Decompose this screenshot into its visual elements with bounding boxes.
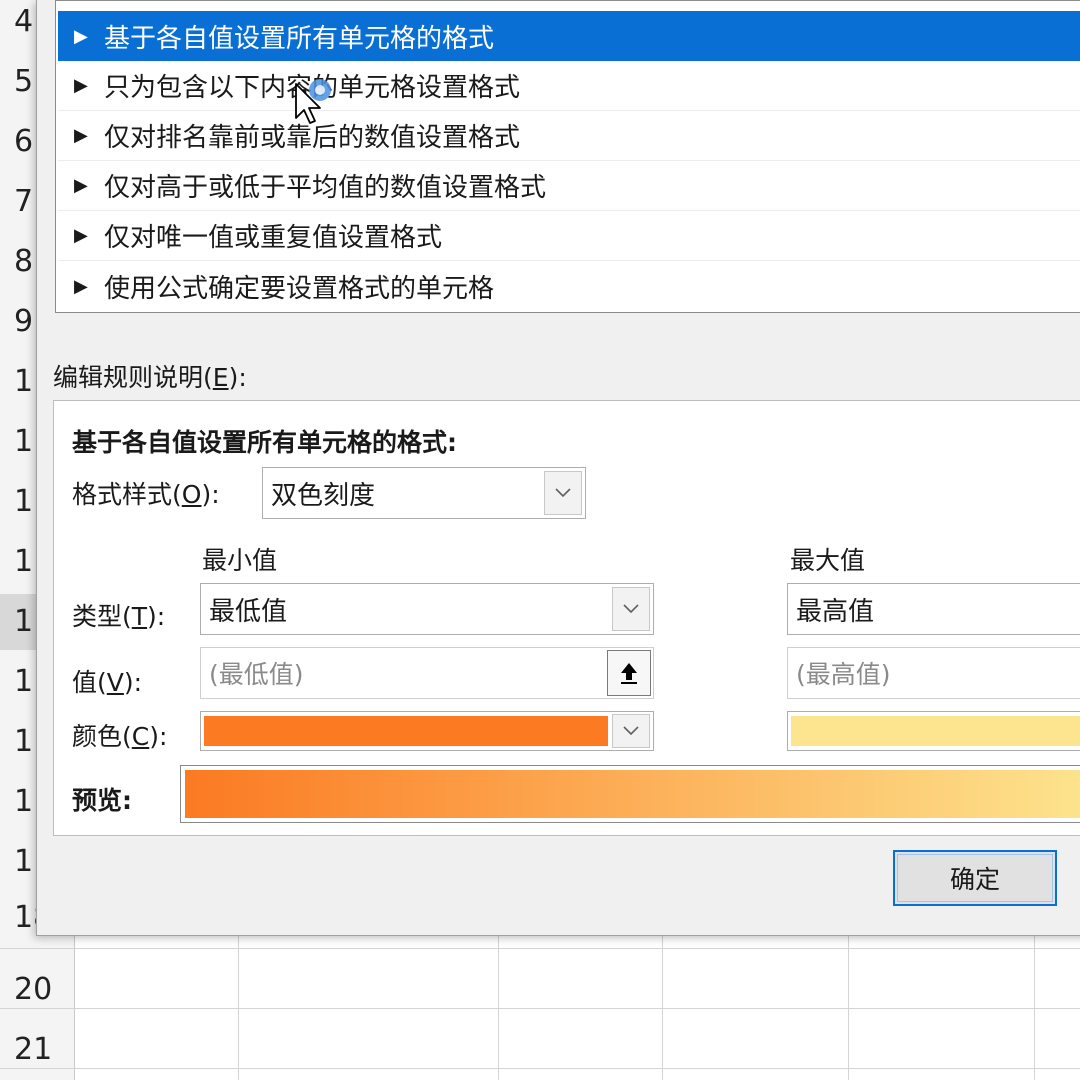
row-number[interactable]: 20 [0,962,74,1018]
max-type-select[interactable]: 最高值 [787,583,1080,635]
rule-type-label: 仅对唯一值或重复值设置格式 [104,223,443,253]
min-color-select[interactable] [200,711,654,751]
min-type-value: 最低值 [209,596,288,627]
ok-button[interactable]: 确定 [893,850,1057,906]
max-value-placeholder: (最高值) [796,660,891,689]
rule-type-label: 基于各自值设置所有单元格的格式 [104,23,495,54]
triangle-right-icon: ▶ [74,175,88,196]
rule-type-label: 使用公式确定要设置格式的单元格 [104,273,495,304]
preview-box [180,765,1080,823]
rule-type-item[interactable]: ▶ 使用公式确定要设置格式的单元格 [58,261,1080,311]
grid-line [498,920,499,1080]
format-style-select[interactable]: 双色刻度 [262,467,586,519]
max-type-value: 最高值 [796,596,875,627]
grid-line [0,1068,1080,1069]
grid-line [0,1008,1080,1009]
value-label: 值(V): [72,668,143,697]
max-color-select[interactable] [787,711,1080,751]
min-type-select[interactable]: 最低值 [200,583,654,635]
chevron-down-icon[interactable] [612,587,650,631]
row-number[interactable]: 21 [0,1022,74,1078]
triangle-right-icon: ▶ [74,75,88,96]
triangle-right-icon: ▶ [74,25,88,47]
triangle-right-icon: ▶ [74,225,88,246]
format-style-value: 双色刻度 [271,480,376,511]
rule-type-list[interactable]: ▶ 基于各自值设置所有单元格的格式 ▶ 只为包含以下内容的单元格设置格式 ▶ 仅… [55,0,1080,313]
edit-rule-section-label: 编辑规则说明(E): [53,363,247,392]
rule-type-item[interactable]: ▶ 仅对排名靠前或靠后的数值设置格式 [58,111,1080,161]
min-value-placeholder: (最低值) [209,660,304,689]
rule-type-item[interactable]: ▶ 仅对唯一值或重复值设置格式 [58,211,1080,261]
rule-type-item[interactable]: ▶ 只为包含以下内容的单元格设置格式 [58,61,1080,111]
grid-line [662,920,663,1080]
preview-label: 预览: [72,786,132,815]
chevron-down-icon[interactable] [612,714,650,748]
upload-arrow-icon[interactable] [607,650,651,696]
min-color-swatch [204,716,608,746]
grid-line [1034,920,1035,1080]
rule-type-label: 仅对高于或低于平均值的数值设置格式 [104,173,547,203]
rule-description-title: 基于各自值设置所有单元格的格式: [72,428,457,457]
type-label: 类型(T): [72,602,166,631]
max-header: 最大值 [790,546,866,575]
triangle-right-icon: ▶ [74,125,88,146]
min-header: 最小值 [202,546,278,575]
color-label: 颜色(C): [72,722,168,751]
triangle-right-icon: ▶ [74,275,88,297]
rule-description-panel: 基于各自值设置所有单元格的格式: 格式样式(O): 双色刻度 最小值 最大值 类… [53,400,1080,836]
grid-line [0,948,1080,949]
new-formatting-rule-dialog: ▶ 基于各自值设置所有单元格的格式 ▶ 只为包含以下内容的单元格设置格式 ▶ 仅… [36,0,1080,936]
max-value-field[interactable]: (最高值) [787,647,1080,699]
max-color-swatch [791,716,1080,746]
chevron-down-icon[interactable] [544,471,582,515]
format-style-label: 格式样式(O): [72,480,220,509]
grid-line [238,920,239,1080]
preview-gradient [185,770,1080,818]
rule-type-item[interactable]: ▶ 仅对高于或低于平均值的数值设置格式 [58,161,1080,211]
min-value-field[interactable]: (最低值) [200,647,654,699]
rule-type-item[interactable]: ▶ 基于各自值设置所有单元格的格式 [58,11,1080,61]
grid-line [848,920,849,1080]
mouse-pointer-icon [295,79,331,124]
